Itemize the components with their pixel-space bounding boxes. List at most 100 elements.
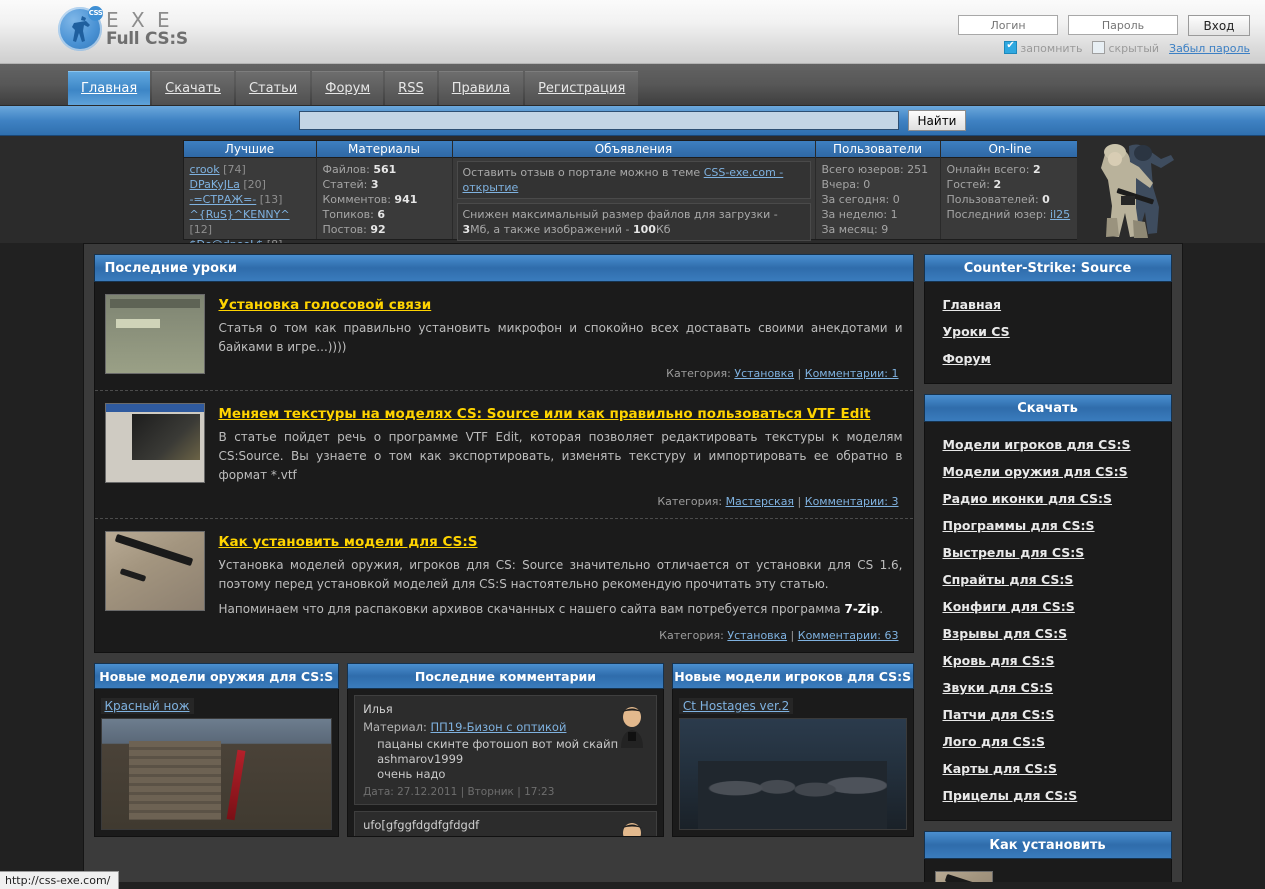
new-weapon-link[interactable]: Красный нож — [100, 698, 194, 714]
lesson-title-link[interactable]: Меняем текстуры на моделях CS: Source ил… — [219, 406, 871, 422]
lesson-main: Как установить модели для CS:S Установка … — [219, 531, 903, 646]
new-weapons-title: Новые модели оружия для CS:S — [93, 663, 340, 689]
comment-item: Илья Материал: ПП19-Бизон с оптикой пацаны… — [354, 695, 657, 805]
nav-item-4[interactable]: RSS — [385, 71, 437, 105]
comment-text-line: пацаны скинте фотошоп вот мой скайп — [377, 737, 619, 751]
forgot-password-link[interactable]: Забыл пароль — [1169, 42, 1250, 55]
sidebar-download-link-7[interactable]: Взрывы для CS:S — [925, 620, 1171, 647]
best-user-link[interactable]: DPaKyJLa — [190, 178, 240, 191]
vtf-edit-screenshot[interactable] — [104, 403, 205, 483]
nav-item-1[interactable]: Скачать — [152, 71, 234, 105]
sidebar-download-link-2[interactable]: Радио иконки для CS:S — [925, 485, 1171, 512]
hidden-checkbox-wrap[interactable]: скрытый — [1092, 41, 1159, 55]
sidebar-download-link-10[interactable]: Патчи для CS:S — [925, 701, 1171, 728]
site-logo[interactable]: CSS E X E Full CS:S — [58, 6, 188, 51]
search-input[interactable] — [299, 111, 899, 130]
sidebar-css-link-0[interactable]: Главная — [925, 291, 1171, 318]
best-user-count: [74] — [219, 163, 246, 176]
online-body: Онлайн всего: 2 Гостей: 2 Пользователей:… — [941, 158, 1080, 226]
comment-author: Илья — [363, 702, 393, 716]
best-user-row: DPaKyJLa [20] — [190, 177, 310, 192]
lesson-title-link[interactable]: Как установить модели для CS:S — [219, 534, 478, 550]
user-stat-row: За месяц: 9 — [822, 222, 934, 237]
sidebar-css-link-2[interactable]: Форум — [925, 345, 1171, 372]
best-user-count: [12] — [189, 223, 213, 236]
rifle-photo — [934, 871, 993, 882]
best-user-row: crook [74] — [190, 162, 310, 177]
online-users-value: 0 — [1042, 193, 1050, 206]
announcement-text: Оставить отзыв о портале можно в теме — [462, 166, 704, 179]
nav-item-6[interactable]: Регистрация — [525, 71, 639, 105]
sidebar-download-link-3[interactable]: Программы для CS:S — [925, 512, 1171, 539]
lesson-meta: Категория: Мастерская | Комментарии: 3 — [219, 495, 903, 512]
site-header: CSS E X E Full CS:S Вход запомнить скрыт… — [0, 0, 1265, 64]
lesson-comments-link[interactable]: Комментарии: 3 — [805, 495, 899, 508]
sidebar-download-link-6[interactable]: Конфиги для CS:S — [925, 593, 1171, 620]
sidebar-download-link-4[interactable]: Выстрелы для CS:S — [925, 539, 1171, 566]
lesson-desc2-end: . — [879, 602, 884, 616]
material-row: Топиков: 6 — [323, 207, 446, 222]
lesson-category-label: Категория: — [666, 367, 735, 380]
search-button[interactable]: Найти — [908, 110, 966, 131]
nav-item-2[interactable]: Статьи — [235, 71, 311, 105]
sidebar-css-link-1[interactable]: Уроки CS — [925, 318, 1171, 345]
latest-comments-body: Илья Материал: ПП19-Бизон с оптикой пацаны… — [347, 689, 664, 837]
login-submit-button[interactable]: Вход — [1188, 15, 1250, 36]
lesson-category-label: Категория: — [657, 495, 726, 508]
rifle-photo[interactable] — [104, 531, 205, 611]
user-avatar-icon — [621, 823, 642, 836]
sidebar-download-link-0[interactable]: Модели игроков для CS:S — [925, 431, 1171, 458]
red-knife-screenshot[interactable] — [100, 718, 333, 830]
login-form: Вход запомнить скрытый Забыл пароль — [910, 15, 1250, 55]
best-user-link[interactable]: ^{RuS}^KENNY^ — [190, 208, 290, 221]
css-badge-label: CSS — [88, 6, 103, 21]
comment-material-link[interactable]: ПП19-Бизон с оптикой — [431, 720, 567, 734]
new-weapons-panel: Новые модели оружия для CS:S Красный нож — [93, 663, 340, 837]
material-row: Комментов: 941 — [323, 192, 446, 207]
material-value: 6 — [377, 208, 386, 221]
announcements-panel: Объявления Оставить отзыв о портале можн… — [452, 141, 816, 241]
online-last-user-link[interactable]: il25 — [1050, 208, 1070, 221]
best-user-link[interactable]: crook — [190, 163, 220, 176]
main-content: Последние уроки Установка голосовой связ… — [82, 243, 1183, 882]
sidebar-download-link-9[interactable]: Звуки для CS:S — [925, 674, 1171, 701]
lesson-item: Как установить модели для CS:S Установка … — [95, 519, 913, 652]
lesson-description: Установка моделей оружия, игроков для CS… — [218, 558, 903, 591]
nav-item-5[interactable]: Правила — [438, 71, 524, 105]
lesson-meta-separator: | — [787, 629, 798, 642]
remember-checkbox-wrap[interactable]: запомнить — [1004, 40, 1082, 55]
online-total-label: Онлайн всего: — [946, 163, 1030, 176]
hidden-checkbox[interactable] — [1092, 41, 1106, 54]
nav-item-3[interactable]: Форум — [312, 71, 384, 105]
lesson-comments-link[interactable]: Комментарии: 1 — [805, 367, 899, 380]
sidebar-download-link-12[interactable]: Карты для CS:S — [925, 755, 1171, 782]
material-label: Файлов: — [322, 163, 374, 176]
new-player-link[interactable]: Ct Hostages ver.2 — [678, 698, 794, 714]
online-panel: On-line Онлайн всего: 2 Гостей: 2 Пользо… — [940, 141, 1080, 239]
best-user-link[interactable]: -=СТРАЖ=- — [190, 193, 257, 206]
remember-checkbox[interactable] — [1004, 40, 1018, 54]
lesson-category-link[interactable]: Установка — [734, 367, 794, 380]
sidebar-download-link-5[interactable]: Спрайты для CS:S — [925, 566, 1171, 593]
lesson-comments-link[interactable]: Комментарии: 63 — [798, 629, 899, 642]
new-weapons-body: Красный нож — [93, 689, 340, 837]
lesson-meta-separator: | — [794, 367, 805, 380]
login-username-input[interactable] — [958, 15, 1058, 35]
sidebar-download-link-8[interactable]: Кровь для CS:S — [925, 647, 1171, 674]
sidebar-download-link-13[interactable]: Прицелы для CS:S — [925, 782, 1171, 809]
user-stat-label: Всего юзеров: — [821, 163, 908, 176]
sidebar-download-link-1[interactable]: Модели оружия для CS:S — [925, 458, 1171, 485]
lesson-meta-separator: | — [794, 495, 805, 508]
how-to-install-title: Как установить — [923, 831, 1172, 859]
lesson-title-link[interactable]: Установка голосовой связи — [219, 297, 432, 313]
sidebar-download-link-11[interactable]: Лого для CS:S — [925, 728, 1171, 755]
voice-settings-screenshot[interactable] — [104, 294, 205, 374]
nav-item-0[interactable]: Главная — [68, 71, 151, 105]
css-player-logo-icon: CSS — [58, 6, 103, 51]
ct-hostages-screenshot[interactable] — [678, 718, 907, 830]
search-bar: Найти — [0, 106, 1265, 136]
lesson-category-link[interactable]: Установка — [727, 629, 787, 642]
login-password-input[interactable] — [1068, 15, 1178, 35]
lesson-category-link[interactable]: Мастерская — [726, 495, 795, 508]
online-last-label: Последний юзер: — [946, 208, 1047, 221]
